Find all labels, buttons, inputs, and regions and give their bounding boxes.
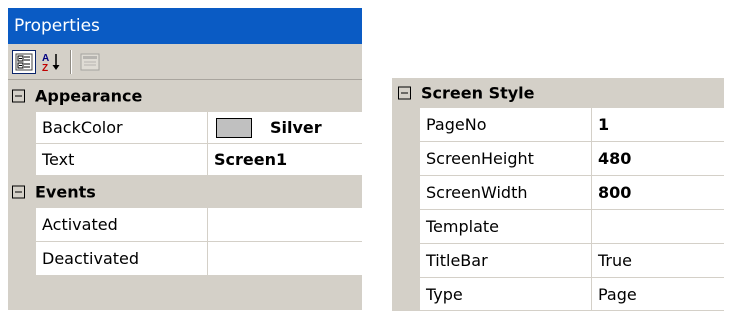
property-value[interactable] <box>592 210 724 243</box>
property-row-template[interactable]: Template <box>392 210 724 244</box>
property-value[interactable]: 1 <box>592 108 724 141</box>
property-name: ScreenHeight <box>420 142 592 175</box>
category-label: Screen Style <box>421 83 535 103</box>
properties-toolbar: A Z <box>8 44 362 80</box>
toolbar-separator <box>70 50 72 74</box>
property-value[interactable]: Screen1 <box>208 144 362 175</box>
category-screen-style[interactable]: Screen Style <box>392 78 724 108</box>
category-label: Events <box>35 182 96 202</box>
sort-az-icon: A Z <box>42 53 60 73</box>
property-value[interactable] <box>208 208 362 241</box>
category-label: Appearance <box>35 86 143 106</box>
property-row-screenheight[interactable]: ScreenHeight 480 <box>392 142 724 176</box>
property-row-backcolor[interactable]: BackColor Silver <box>8 112 362 144</box>
property-name: Template <box>420 210 592 243</box>
property-value[interactable]: 800 <box>592 176 724 209</box>
property-name: TitleBar <box>420 244 592 277</box>
svg-text:Z: Z <box>42 63 48 73</box>
categorized-view-icon <box>15 53 33 71</box>
property-row-type[interactable]: Type Page <box>392 278 724 311</box>
property-name: Deactivated <box>36 242 208 275</box>
collapse-icon[interactable] <box>12 185 25 199</box>
screen-style-grid: Screen Style PageNo 1 ScreenHeight 480 S… <box>392 78 724 311</box>
property-grid: Appearance BackColor Silver Text Screen1… <box>8 80 362 310</box>
property-name: ScreenWidth <box>420 176 592 209</box>
property-name: Activated <box>36 208 208 241</box>
backcolor-value: Silver <box>270 118 322 137</box>
property-name: BackColor <box>36 112 208 143</box>
category-appearance[interactable]: Appearance <box>8 80 362 112</box>
color-swatch <box>216 117 252 138</box>
property-row-titlebar[interactable]: TitleBar True <box>392 244 724 278</box>
properties-panel: Properties A Z Appearance BackColor Silv… <box>8 8 362 310</box>
property-value[interactable]: 480 <box>592 142 724 175</box>
property-value[interactable]: True <box>592 244 724 277</box>
property-row-deactivated[interactable]: Deactivated <box>8 242 362 276</box>
property-row-screenwidth[interactable]: ScreenWidth 800 <box>392 176 724 210</box>
category-events[interactable]: Events <box>8 176 362 208</box>
panel-title: Properties <box>8 8 362 44</box>
collapse-icon[interactable] <box>12 89 25 103</box>
property-row-activated[interactable]: Activated <box>8 208 362 242</box>
property-name: Text <box>36 144 208 175</box>
property-name: Type <box>420 278 592 310</box>
property-pages-icon <box>80 53 100 71</box>
property-value[interactable]: Page <box>592 278 724 310</box>
property-value[interactable]: Silver <box>208 112 362 143</box>
alphabetical-sort-button[interactable]: A Z <box>40 50 64 74</box>
property-name: PageNo <box>420 108 592 141</box>
collapse-icon[interactable] <box>398 86 411 100</box>
property-value[interactable] <box>208 242 362 275</box>
property-row-pageno[interactable]: PageNo 1 <box>392 108 724 142</box>
property-row-text[interactable]: Text Screen1 <box>8 144 362 176</box>
categorized-view-button[interactable] <box>12 50 36 74</box>
property-pages-button[interactable] <box>78 50 102 74</box>
